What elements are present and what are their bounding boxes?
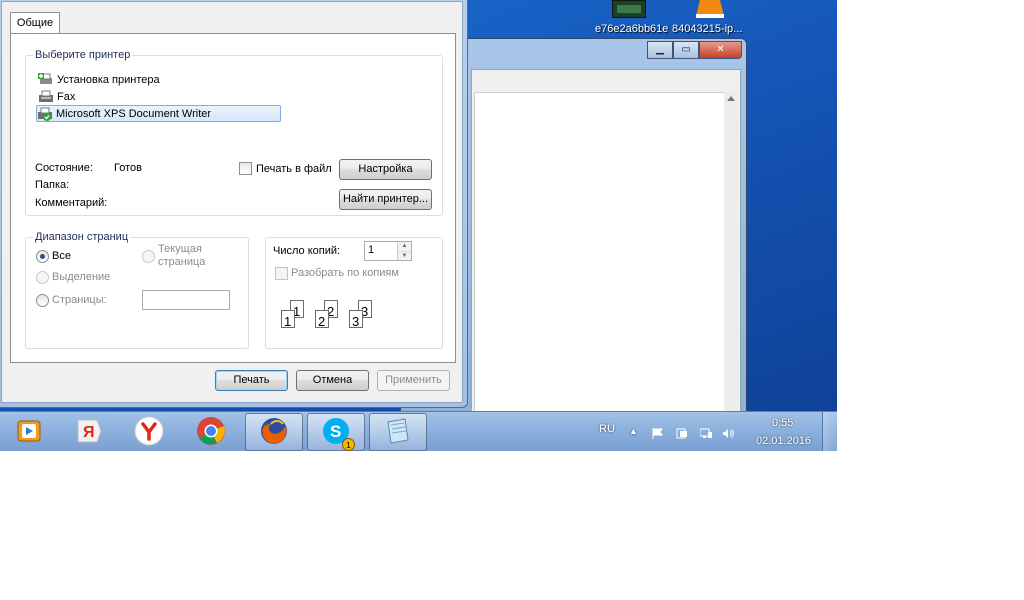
page-range-title: Диапазон страниц bbox=[33, 231, 131, 243]
clock-time[interactable]: 0:55 bbox=[772, 417, 793, 429]
action-center-flag-icon[interactable] bbox=[652, 428, 664, 439]
document-area[interactable] bbox=[474, 92, 726, 412]
show-hidden-icons-icon[interactable]: ▲ bbox=[629, 426, 638, 436]
find-printer-button[interactable]: Найти принтер... bbox=[339, 189, 432, 210]
taskbar-skype[interactable]: S 1 bbox=[307, 413, 365, 451]
collate-page-glyph: 1 bbox=[281, 310, 295, 329]
spin-up-icon[interactable]: ▲ bbox=[397, 242, 411, 251]
page-range-pages-label[interactable]: Страницы: bbox=[52, 294, 107, 306]
copies-spinner[interactable]: 1 ▲ ▼ bbox=[364, 241, 412, 261]
page-range-current-label: Текущая bbox=[158, 243, 202, 255]
taskbar: Я S 1 RU ▲ 0:55 02.01.2016 bbox=[0, 411, 837, 451]
printer-name: Microsoft XPS Document Writer bbox=[56, 107, 212, 120]
taskbar-yandex[interactable]: Я bbox=[60, 413, 118, 451]
desktop-icon-label[interactable]: 84043215-ip... bbox=[672, 23, 742, 35]
background-window-content bbox=[471, 69, 741, 414]
page-range-all-label[interactable]: Все bbox=[52, 250, 71, 262]
taskbar-media-player[interactable] bbox=[0, 413, 58, 451]
select-printer-group: Выберите принтер Установка принтера Fax bbox=[25, 49, 443, 216]
preferences-button[interactable]: Настройка bbox=[339, 159, 432, 180]
fax-icon bbox=[38, 90, 54, 104]
collate-illustration: 1 1 2 2 3 3 bbox=[278, 300, 378, 332]
apply-button: Применить bbox=[377, 370, 450, 391]
maximize-icon[interactable]: ▭ bbox=[673, 41, 699, 59]
comment-label: Комментарий: bbox=[35, 197, 108, 209]
page-range-selection-radio bbox=[36, 271, 49, 284]
desktop-icon-label[interactable]: e76e2a6bb61e bbox=[595, 23, 668, 35]
page-range-pages-radio[interactable] bbox=[36, 294, 49, 307]
status-value: Готов bbox=[114, 162, 142, 174]
close-icon[interactable]: ✕ bbox=[699, 41, 742, 59]
taskbar-firefox[interactable] bbox=[245, 413, 303, 451]
print-to-file-checkbox[interactable] bbox=[239, 162, 252, 175]
svg-text:Я: Я bbox=[83, 424, 95, 441]
print-to-file-label[interactable]: Печать в файл bbox=[256, 163, 332, 175]
clock-date[interactable]: 02.01.2016 bbox=[756, 435, 811, 447]
collate-label: Разобрать по копиям bbox=[291, 267, 399, 279]
vertical-scrollbar[interactable] bbox=[724, 92, 738, 412]
cancel-button[interactable]: Отмена bbox=[296, 370, 369, 391]
spin-down-icon[interactable]: ▼ bbox=[397, 251, 411, 260]
chrome-icon bbox=[196, 416, 226, 449]
yandex-icon: Я bbox=[75, 417, 103, 448]
xps-printer-icon bbox=[37, 107, 53, 121]
printer-item-fax[interactable]: Fax bbox=[38, 88, 79, 105]
printer-name: Fax bbox=[57, 90, 76, 103]
printer-name: Установка принтера bbox=[57, 73, 160, 86]
copies-value[interactable]: 1 bbox=[368, 244, 374, 256]
media-player-icon bbox=[16, 418, 42, 447]
firefox-icon bbox=[259, 416, 289, 449]
desktop: e76e2a6bb61e 84043215-ip... ▁ ▭ ✕ Общие … bbox=[0, 0, 837, 451]
window-controls: ▁ ▭ ✕ bbox=[647, 41, 742, 59]
page-range-current-label: страница bbox=[158, 256, 206, 268]
taskbar-yandex-browser[interactable] bbox=[120, 413, 178, 451]
collate-page-glyph: 2 bbox=[315, 310, 329, 329]
print-dialog-body: Общие Выберите принтер Установка принтер… bbox=[1, 1, 463, 403]
show-desktop-button[interactable] bbox=[822, 412, 837, 451]
add-printer-icon bbox=[38, 72, 54, 87]
location-label: Папка: bbox=[35, 179, 70, 191]
yandex-browser-icon bbox=[134, 416, 164, 449]
volume-icon[interactable] bbox=[722, 428, 734, 439]
page-range-current-radio bbox=[142, 250, 155, 263]
pages-input[interactable] bbox=[142, 290, 230, 310]
language-indicator[interactable]: RU bbox=[599, 423, 615, 435]
collate-checkbox bbox=[275, 267, 288, 280]
printer-item-add-printer[interactable]: Установка принтера bbox=[38, 71, 164, 88]
page-range-selection-label: Выделение bbox=[52, 271, 111, 283]
skype-badge: 1 bbox=[342, 437, 355, 451]
scroll-up-arrow-icon[interactable] bbox=[727, 96, 735, 101]
collate-page-glyph: 3 bbox=[349, 310, 363, 329]
desktop-icon-image[interactable] bbox=[612, 0, 646, 18]
device-icon[interactable] bbox=[676, 428, 688, 439]
copies-label: Число копий: bbox=[273, 245, 341, 257]
skype-icon: S 1 bbox=[321, 416, 355, 451]
page-range-all-radio[interactable] bbox=[36, 250, 49, 263]
svg-text:S: S bbox=[330, 422, 341, 441]
status-label: Состояние: bbox=[35, 162, 93, 174]
taskbar-notepad[interactable] bbox=[369, 413, 427, 451]
select-printer-title: Выберите принтер bbox=[33, 49, 133, 61]
minimize-icon[interactable]: ▁ bbox=[647, 41, 673, 59]
print-button[interactable]: Печать bbox=[215, 370, 288, 391]
general-tab-panel: Выберите принтер Установка принтера Fax bbox=[10, 33, 456, 363]
network-icon[interactable] bbox=[700, 428, 712, 439]
desktop-icon-vlc[interactable] bbox=[690, 0, 730, 18]
tab-general[interactable]: Общие bbox=[10, 12, 60, 34]
print-dialog: Общие Выберите принтер Установка принтер… bbox=[0, 0, 468, 408]
taskbar-chrome[interactable] bbox=[182, 413, 240, 451]
copies-group: Число копий: 1 ▲ ▼ Разобрать по копиям 1… bbox=[265, 237, 443, 349]
notepad-icon bbox=[383, 416, 413, 449]
printer-item-xps-writer[interactable]: Microsoft XPS Document Writer bbox=[36, 105, 281, 122]
page-range-group: Диапазон страниц Все Текущая страница Вы… bbox=[25, 231, 249, 349]
